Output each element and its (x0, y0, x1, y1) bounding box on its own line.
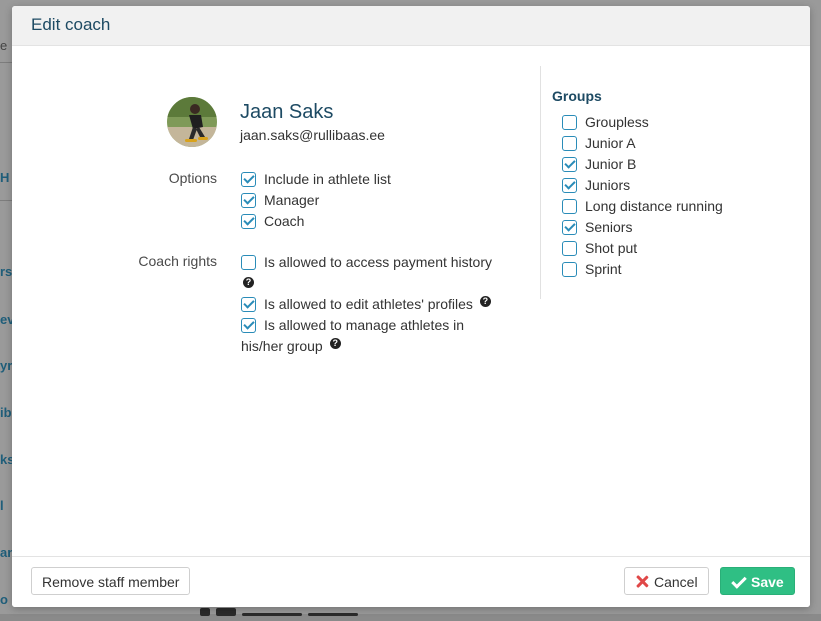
checkbox[interactable] (562, 115, 577, 130)
group-label: Groupless (585, 114, 649, 130)
right-edit-athletes-profiles[interactable]: Is allowed to edit athletes' profiles ? (241, 296, 491, 312)
coach-email: jaan.saks@rullibaas.ee (240, 127, 385, 143)
checkbox[interactable] (562, 241, 577, 256)
checkbox[interactable] (562, 136, 577, 151)
option-coach[interactable]: Coach (241, 213, 304, 229)
group-junior-a[interactable]: Junior A (562, 135, 636, 151)
avatar-photo-icon (167, 97, 217, 147)
option-label: Coach (264, 213, 305, 229)
save-button[interactable]: Save (720, 567, 795, 595)
group-label: Shot put (585, 240, 638, 256)
checkbox[interactable] (241, 255, 256, 270)
checkbox[interactable] (562, 178, 577, 193)
right-manage-athletes[interactable]: Is allowed to manage athletes in (241, 317, 464, 333)
check-icon (731, 575, 745, 588)
right-label: Is allowed to edit athletes' profiles (264, 296, 473, 312)
checkbox[interactable] (241, 172, 256, 187)
group-long-distance-running[interactable]: Long distance running (562, 198, 723, 214)
option-manager[interactable]: Manager (241, 192, 319, 208)
group-junior-b[interactable]: Junior B (562, 156, 636, 172)
group-label: Juniors (585, 177, 631, 193)
group-seniors[interactable]: Seniors (562, 219, 632, 235)
checkbox[interactable] (241, 318, 256, 333)
right-label: Is allowed to manage athletes in (264, 317, 465, 333)
column-divider (540, 66, 541, 299)
edit-coach-dialog: Edit coach Jaan Saks jaan.saks@rullibaas… (12, 6, 810, 607)
group-shot-put[interactable]: Shot put (562, 240, 637, 256)
dialog-title: Edit coach (12, 6, 810, 46)
right-manage-athletes-continued: his/her group ? (241, 338, 341, 354)
group-juniors[interactable]: Juniors (562, 177, 630, 193)
options-label: Options (168, 170, 217, 186)
background-fragment: ib (0, 405, 12, 420)
group-label: Junior B (585, 156, 637, 172)
background-fragment: o (0, 592, 8, 607)
right-payment-history[interactable]: Is allowed to access payment history (241, 254, 492, 270)
checkbox[interactable] (562, 220, 577, 235)
checkbox[interactable] (562, 199, 577, 214)
background-divider (0, 200, 12, 201)
help-icon[interactable]: ? (243, 277, 254, 288)
dialog-footer: Remove staff member Cancel Save (12, 556, 810, 607)
groups-title: Groups (552, 88, 602, 104)
option-include-in-athlete-list[interactable]: Include in athlete list (241, 171, 391, 187)
right-label: Is allowed to access payment history (264, 254, 492, 270)
checkbox[interactable] (241, 214, 256, 229)
background-fragment: l (0, 498, 4, 513)
remove-label: Remove staff member (42, 574, 180, 590)
save-label: Save (751, 574, 784, 590)
checkbox[interactable] (562, 262, 577, 277)
group-label: Sprint (585, 261, 622, 277)
group-label: Long distance running (585, 198, 723, 214)
checkbox[interactable] (241, 297, 256, 312)
option-label: Manager (264, 192, 320, 208)
coach-rights-label: Coach rights (138, 253, 217, 269)
help-icon[interactable]: ? (329, 338, 341, 349)
right-label: his/her group (241, 338, 323, 354)
background-fragment: rs (0, 264, 13, 279)
background-fragment: e (0, 38, 8, 53)
cancel-label: Cancel (654, 574, 698, 590)
group-sprint[interactable]: Sprint (562, 261, 622, 277)
group-label: Seniors (585, 219, 633, 235)
cancel-button[interactable]: Cancel (624, 567, 709, 595)
avatar (167, 97, 217, 147)
help-icon[interactable]: ? (479, 296, 491, 307)
background-divider (0, 62, 12, 63)
checkbox[interactable] (241, 193, 256, 208)
option-label: Include in athlete list (264, 171, 391, 187)
background-fragment: H (0, 170, 10, 185)
remove-staff-member-button[interactable]: Remove staff member (31, 567, 191, 595)
checkbox[interactable] (562, 157, 577, 172)
coach-name: Jaan Saks (240, 101, 334, 123)
background-fragment: yr (0, 358, 13, 373)
group-groupless[interactable]: Groupless (562, 114, 649, 130)
close-icon (635, 575, 648, 588)
group-label: Junior A (585, 135, 636, 151)
